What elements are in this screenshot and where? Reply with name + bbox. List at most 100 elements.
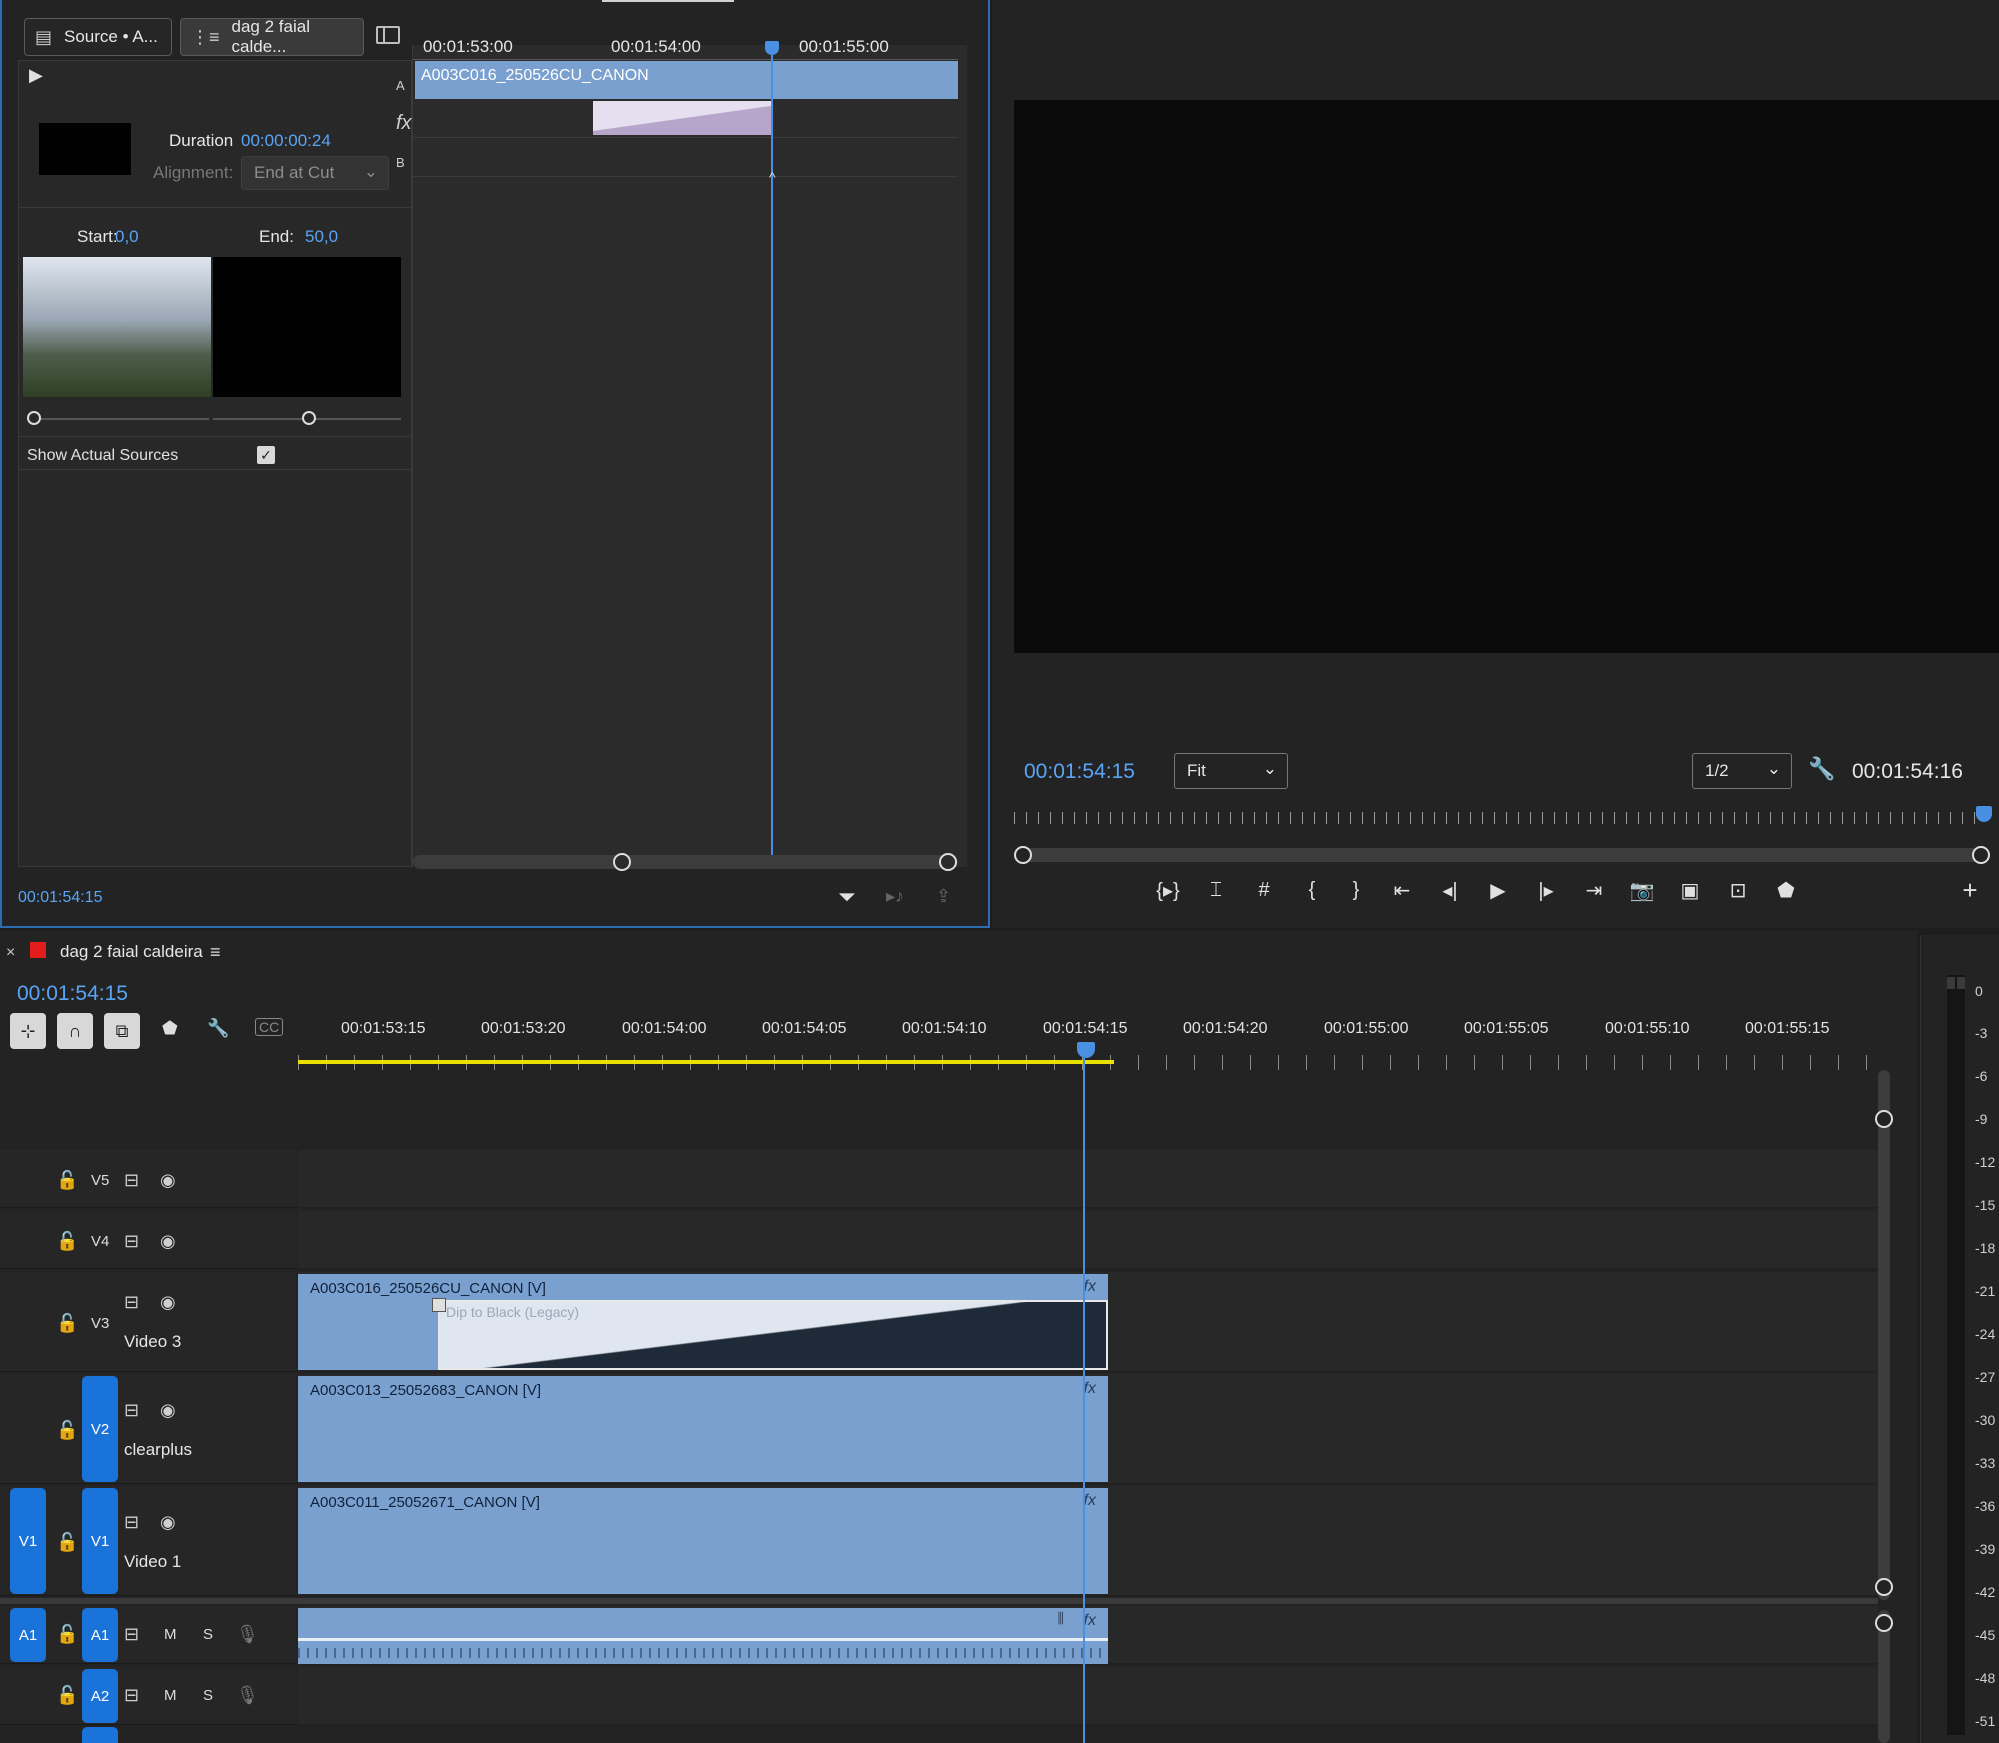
track-v5[interactable]: [298, 1150, 1878, 1208]
track-label-v5[interactable]: V5: [91, 1172, 109, 1189]
track-target-v2[interactable]: V2: [82, 1376, 118, 1482]
video-tracks-scrollbar[interactable]: [1878, 1070, 1890, 1600]
track-name-v1[interactable]: Video 1: [124, 1552, 181, 1572]
track-target-a1[interactable]: A1: [82, 1608, 118, 1662]
fx-badge[interactable]: fx: [1084, 1492, 1096, 1510]
linked-selection-icon[interactable]: ⧉: [104, 1013, 140, 1049]
clip-v1[interactable]: A003C011_25052671_CANON [V] fx: [298, 1488, 1108, 1594]
track-v4[interactable]: [298, 1211, 1878, 1269]
timeline-timecode[interactable]: 00:01:54:15: [17, 982, 128, 1006]
ec-transition-block[interactable]: [593, 101, 773, 135]
transition-handle[interactable]: [432, 1298, 446, 1312]
ec-zoom-scrollbar[interactable]: [413, 855, 958, 869]
go-to-out-icon[interactable]: ⇥: [1580, 876, 1608, 904]
show-actual-sources-checkbox[interactable]: ✓: [257, 446, 275, 464]
filter-icon[interactable]: ⏷: [838, 884, 856, 910]
program-zoom-scrollbar[interactable]: [1016, 848, 1984, 862]
safe-margins-icon[interactable]: ⌶: [1202, 876, 1230, 904]
lock-icon[interactable]: 🔓: [56, 1624, 78, 1645]
panel-toggle-icon[interactable]: [376, 26, 400, 44]
clip-a1[interactable]: ⫼ fx: [298, 1608, 1108, 1664]
sync-lock-icon[interactable]: ⊟: [124, 1231, 139, 1252]
video-audio-divider[interactable]: [0, 1598, 1878, 1604]
lock-icon[interactable]: 🔓: [56, 1685, 78, 1706]
fx-badge[interactable]: fx: [1084, 1380, 1096, 1398]
nest-sequence-icon[interactable]: ⊹: [10, 1013, 46, 1049]
lock-icon[interactable]: 🔓: [56, 1532, 78, 1553]
source-patch-a1[interactable]: A1: [10, 1608, 46, 1662]
tab-source[interactable]: ▤ Source • A...: [24, 18, 172, 56]
video-scroll-handle-top[interactable]: [1875, 1110, 1893, 1128]
clip-indicator-left[interactable]: [1947, 977, 1955, 989]
sync-lock-icon[interactable]: ⊟: [124, 1512, 139, 1533]
step-back-icon[interactable]: ◂|: [1436, 876, 1464, 904]
sequence-name[interactable]: dag 2 faial caldeira: [60, 942, 203, 962]
track-target-v1[interactable]: V1: [82, 1488, 118, 1594]
play-audio-icon[interactable]: ▸♪: [886, 886, 904, 907]
eye-icon[interactable]: ◉: [160, 1231, 176, 1252]
sync-lock-icon[interactable]: ⊟: [124, 1292, 139, 1313]
program-zoom-handle-left[interactable]: [1014, 846, 1032, 864]
end-slider-handle[interactable]: [302, 411, 316, 425]
timeline-playhead-line[interactable]: [1083, 1058, 1085, 1743]
sync-lock-icon[interactable]: ⊟: [124, 1685, 139, 1706]
program-timecode-current[interactable]: 00:01:54:15: [1024, 760, 1135, 784]
menu-icon[interactable]: ≡: [210, 942, 221, 963]
source-patch-v1[interactable]: V1: [10, 1488, 46, 1594]
comparison-view-icon[interactable]: ▣: [1676, 876, 1704, 904]
sync-lock-icon[interactable]: ⊟: [124, 1400, 139, 1421]
solo-button[interactable]: S: [203, 1687, 213, 1704]
eye-icon[interactable]: ◉: [160, 1400, 176, 1421]
clip-v2[interactable]: A003C013_25052683_CANON [V] fx: [298, 1376, 1108, 1482]
play-transition-icon[interactable]: ▶: [29, 65, 43, 86]
track-target-a3[interactable]: [82, 1727, 118, 1743]
microphone-icon[interactable]: 🎙: [236, 1624, 259, 1645]
ec-zoom-handle-right[interactable]: [939, 853, 957, 871]
track-target-a2[interactable]: A2: [82, 1669, 118, 1723]
eye-icon[interactable]: ◉: [160, 1512, 176, 1533]
ec-timecode[interactable]: 00:01:54:15: [18, 889, 103, 907]
duration-value[interactable]: 00:00:00:24: [241, 131, 331, 151]
mute-button[interactable]: M: [164, 1687, 177, 1704]
play-icon[interactable]: ▶: [1484, 876, 1512, 904]
zoom-dropdown[interactable]: Fit ⌄: [1174, 753, 1288, 789]
track-label-v4[interactable]: V4: [91, 1233, 109, 1250]
program-zoom-handle-right[interactable]: [1972, 846, 1990, 864]
mark-out-icon[interactable]: }: [1342, 876, 1370, 904]
match-frame-icon[interactable]: {▸}: [1154, 876, 1182, 904]
snap-icon[interactable]: ∩: [57, 1013, 93, 1049]
clip-indicator-right[interactable]: [1957, 977, 1965, 989]
step-forward-icon[interactable]: |▸: [1532, 876, 1560, 904]
proxy-icon[interactable]: ⊡: [1724, 876, 1752, 904]
eye-icon[interactable]: ◉: [160, 1170, 176, 1191]
start-slider-handle[interactable]: [27, 411, 41, 425]
eye-icon[interactable]: ◉: [160, 1292, 176, 1313]
panel-drag-handle[interactable]: [602, 0, 734, 2]
track-name-v3[interactable]: Video 3: [124, 1332, 181, 1352]
ec-clip-a[interactable]: A003C016_250526CU_CANON: [415, 61, 958, 99]
program-playhead-handle[interactable]: [1976, 806, 1992, 822]
start-value[interactable]: 0,0: [115, 227, 139, 247]
go-to-in-icon[interactable]: ⇤: [1388, 876, 1416, 904]
wrench-icon[interactable]: 🔧: [1808, 756, 1835, 782]
lock-icon[interactable]: 🔓: [56, 1231, 78, 1252]
video-scroll-handle-bottom[interactable]: [1875, 1578, 1893, 1596]
sync-lock-icon[interactable]: ⊟: [124, 1624, 139, 1645]
end-value[interactable]: 50,0: [305, 227, 338, 247]
track-a2[interactable]: [298, 1667, 1878, 1725]
sync-lock-icon[interactable]: ⊟: [124, 1170, 139, 1191]
lock-icon[interactable]: 🔓: [56, 1420, 78, 1441]
microphone-icon[interactable]: 🎙: [236, 1685, 259, 1706]
close-icon[interactable]: ×: [6, 944, 15, 962]
alignment-dropdown[interactable]: End at Cut ⌄: [241, 156, 389, 190]
export-frame-icon[interactable]: 📷: [1628, 876, 1656, 904]
ec-playhead-handle[interactable]: [765, 41, 779, 55]
grid-icon[interactable]: #: [1250, 876, 1278, 904]
track-name-v2[interactable]: clearplus: [124, 1440, 192, 1460]
lock-icon[interactable]: 🔓: [56, 1170, 78, 1191]
settings-wrench-icon[interactable]: 🔧: [207, 1018, 229, 1039]
track-label-v3[interactable]: V3: [91, 1315, 109, 1332]
tab-sequence[interactable]: ⋮≡ dag 2 faial calde...: [180, 17, 364, 56]
transition-dip-to-black[interactable]: Dip to Black (Legacy): [438, 1300, 1108, 1370]
audio-scroll-handle-top[interactable]: [1875, 1614, 1893, 1632]
